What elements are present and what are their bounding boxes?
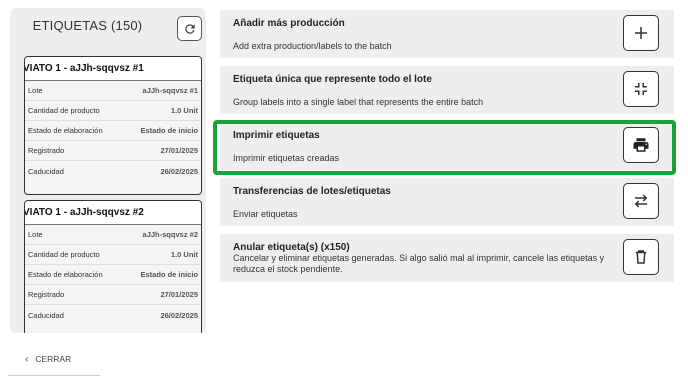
- row-value: Estado de inicio: [140, 126, 198, 135]
- action-title: Anular etiqueta(s) (x150): [233, 242, 350, 253]
- selection-highlight: [213, 120, 676, 175]
- row-key: Lote: [28, 230, 43, 239]
- row-key: Cantidad de producto: [28, 106, 100, 115]
- close-button[interactable]: ‹ CERRAR: [25, 349, 71, 369]
- label-card-2[interactable]: VIATO 1 - aJJh-sqqvsz #2 Lote aJJh-sqqvsz…: [24, 200, 202, 333]
- row-key: Caducidad: [28, 166, 64, 176]
- action-description: Enviar etiquetas: [233, 209, 298, 219]
- action-add-production[interactable]: Añadir más producción Add extra producti…: [220, 10, 674, 58]
- cancel-labels-button[interactable]: [623, 239, 659, 275]
- row-key: Estado de elaboración: [28, 126, 103, 135]
- row-value: 26/02/2025: [160, 166, 198, 176]
- label-card-row: Estado de elaboración Estado de inicio: [25, 265, 201, 285]
- row-value: 1.0 Unit: [170, 250, 198, 259]
- refresh-button[interactable]: [177, 16, 202, 41]
- action-title: Etiqueta única que represente todo el lo…: [233, 74, 432, 85]
- row-value: aJJh-sqqvsz #1: [142, 86, 198, 95]
- label-card-row: Lote aJJh-sqqvsz #1: [25, 81, 201, 101]
- labels-panel: ETIQUETAS (150) VIATO 1 - aJJh-sqqvsz #1…: [10, 8, 206, 333]
- action-cancel-labels[interactable]: Anular etiqueta(s) (x150) Cancelar y eli…: [220, 234, 674, 282]
- action-title: Transferencias de lotes/etiquetas: [233, 186, 391, 197]
- labels-panel-title: ETIQUETAS (150): [32, 18, 143, 33]
- collapse-icon: [635, 83, 647, 95]
- single-label-button[interactable]: [623, 71, 659, 107]
- action-description: Cancelar y eliminar etiquetas generadas.…: [233, 253, 605, 274]
- label-card-1[interactable]: VIATO 1 - aJJh-sqqvsz #1 Lote aJJh-sqqvsz…: [24, 56, 202, 195]
- add-production-button[interactable]: [623, 15, 659, 51]
- row-value: 26/02/2025: [160, 310, 198, 320]
- action-transfers[interactable]: Transferencias de lotes/etiquetas Enviar…: [220, 178, 674, 226]
- row-key: Estado de elaboración: [28, 270, 103, 279]
- row-value: aJJh-sqqvsz #2: [142, 230, 198, 239]
- label-card-header: VIATO 1 - aJJh-sqqvsz #2: [25, 201, 201, 225]
- transfer-button[interactable]: [623, 183, 659, 219]
- row-value: Estado de inicio: [140, 270, 198, 279]
- transfer-icon: [634, 194, 648, 208]
- label-card-row: Cantidad de producto 1.0 Unit: [25, 245, 201, 265]
- row-value: 27/01/2025: [160, 146, 198, 155]
- row-value: 1.0 Unit: [170, 106, 198, 115]
- divider: [8, 375, 100, 376]
- trash-icon: [635, 250, 647, 264]
- label-card-header: VIATO 1 - aJJh-sqqvsz #1: [25, 57, 201, 81]
- action-title: Añadir más producción: [233, 18, 345, 29]
- row-key: Registrado: [28, 146, 65, 155]
- label-card-row: Cantidad de producto 1.0 Unit: [25, 101, 201, 121]
- action-description: Add extra production/labels to the batch: [233, 41, 392, 51]
- row-key: Registrado: [28, 290, 65, 299]
- plus-icon: [635, 27, 647, 39]
- label-card-row: Caducidad 26/02/2025: [25, 305, 201, 325]
- label-card-row: Estado de elaboración Estado de inicio: [25, 121, 201, 141]
- close-label: CERRAR: [35, 354, 72, 364]
- action-single-label[interactable]: Etiqueta única que represente todo el lo…: [220, 66, 674, 114]
- chevron-left-icon: ‹: [25, 353, 29, 365]
- label-card-row: Caducidad 26/02/2025: [25, 161, 201, 181]
- refresh-icon: [184, 23, 195, 34]
- page: ETIQUETAS (150) VIATO 1 - aJJh-sqqvsz #1…: [0, 0, 688, 383]
- label-card-row: Lote aJJh-sqqvsz #2: [25, 225, 201, 245]
- label-card-row: Registrado 27/01/2025: [25, 141, 201, 161]
- row-key: Caducidad: [28, 310, 64, 320]
- row-key: Cantidad de producto: [28, 250, 100, 259]
- row-key: Lote: [28, 86, 43, 95]
- row-value: 27/01/2025: [160, 290, 198, 299]
- action-description: Group labels into a single label that re…: [233, 97, 484, 107]
- label-card-row: Registrado 27/01/2025: [25, 285, 201, 305]
